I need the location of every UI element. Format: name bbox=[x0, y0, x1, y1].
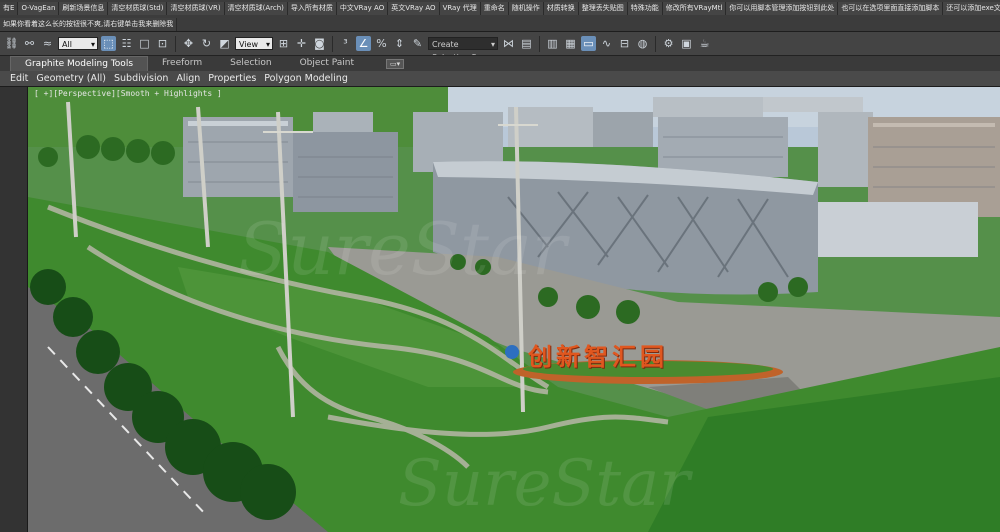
script-button-import-materials[interactable]: 导入所有材质 bbox=[287, 1, 337, 15]
script-button-random-ops[interactable]: 随机操作 bbox=[508, 1, 544, 15]
script-button-rename[interactable]: 重命名 bbox=[480, 1, 509, 15]
script-button-clear-std[interactable]: 清空材质球(Std) bbox=[108, 1, 168, 15]
window-crossing-icon[interactable]: ⊡ bbox=[155, 36, 170, 51]
toolbar-divider bbox=[539, 35, 540, 52]
toolbar-divider bbox=[332, 35, 333, 52]
render-frame-icon[interactable]: ▣ bbox=[679, 36, 694, 51]
mirror-icon[interactable]: ⋈ bbox=[501, 36, 516, 51]
render-setup-icon[interactable]: ⚙ bbox=[661, 36, 676, 51]
script-button-cn-vray-ao[interactable]: 中文VRay AO bbox=[336, 1, 389, 15]
graphite-toggle-icon[interactable]: ▦ bbox=[563, 36, 578, 51]
render-icon[interactable]: ☕ bbox=[697, 36, 712, 51]
park-sign-text: 创新智汇园 bbox=[528, 343, 668, 371]
material-editor-icon[interactable]: ◍ bbox=[635, 36, 650, 51]
main-toolbar: ⛓ ⚯ ≈ All ⬚ ☷ □ ⊡ ✥ ↻ ◩ View ⊞ ✛ ◙ ³ ∠ %… bbox=[0, 32, 1000, 56]
script-toolbar: 有E O-VagEan 刷新场景信息 清空材质球(Std) 清空材质球(VR) … bbox=[0, 0, 1000, 32]
schematic-view-icon[interactable]: ⊟ bbox=[617, 36, 632, 51]
panel-align[interactable]: Align bbox=[172, 73, 204, 84]
selection-filter-dropdown[interactable]: All bbox=[58, 37, 98, 51]
spinner-snap-icon[interactable]: ⇕ bbox=[392, 36, 407, 51]
left-command-strip[interactable] bbox=[0, 87, 28, 532]
curve-editor-icon[interactable]: ∿ bbox=[599, 36, 614, 51]
named-selection-sets-dropdown[interactable]: Create Selection Se bbox=[428, 37, 498, 55]
select-manipulate-icon[interactable]: ✛ bbox=[294, 36, 309, 51]
panel-properties[interactable]: Properties bbox=[204, 73, 260, 84]
panel-geometry[interactable]: Geometry (All) bbox=[32, 73, 110, 84]
panel-edit[interactable]: Edit bbox=[6, 73, 32, 84]
unlink-icon[interactable]: ⚯ bbox=[22, 36, 37, 51]
select-by-name-icon[interactable]: ☷ bbox=[119, 36, 134, 51]
ribbon-options-icon[interactable]: ▭▾ bbox=[386, 58, 405, 69]
script-button-placeholder-1[interactable]: 你可以用脚本管理添加按钮到此处 bbox=[726, 1, 839, 15]
script-button[interactable]: O-VagEan bbox=[18, 1, 60, 15]
panel-polygon-modeling[interactable]: Polygon Modeling bbox=[260, 73, 352, 84]
panel-subdivision[interactable]: Subdivision bbox=[110, 73, 172, 84]
script-toolbar-row-1: 有E O-VagEan 刷新场景信息 清空材质球(Std) 清空材质球(VR) … bbox=[0, 0, 1000, 16]
rect-selection-icon[interactable]: □ bbox=[137, 36, 152, 51]
ribbon-toggle-icon[interactable]: ▭ bbox=[581, 36, 596, 51]
select-and-link-icon[interactable]: ⛓ bbox=[4, 36, 19, 51]
scene-render bbox=[28, 87, 1000, 532]
tab-selection[interactable]: Selection bbox=[216, 56, 285, 71]
select-scale-icon[interactable]: ◩ bbox=[217, 36, 232, 51]
ribbon-panel-bar: Edit Geometry (All) Subdivision Align Pr… bbox=[0, 71, 1000, 87]
select-object-icon[interactable]: ⬚ bbox=[101, 36, 116, 51]
percent-snap-icon[interactable]: % bbox=[374, 36, 389, 51]
snap-icon[interactable]: ³ bbox=[338, 36, 353, 51]
reference-coord-dropdown[interactable]: View bbox=[235, 37, 273, 51]
tab-freeform[interactable]: Freeform bbox=[148, 56, 216, 71]
viewport-label-menu[interactable]: [ +][Perspective][Smooth + Highlights ] bbox=[34, 89, 222, 98]
select-rotate-icon[interactable]: ↻ bbox=[199, 36, 214, 51]
tab-graphite-modeling-tools[interactable]: Graphite Modeling Tools bbox=[10, 56, 149, 71]
tab-object-paint[interactable]: Object Paint bbox=[286, 56, 368, 71]
keyboard-shortcut-toggle-icon[interactable]: ◙ bbox=[312, 36, 327, 51]
script-button-clear-arch[interactable]: 清空材质球(Arch) bbox=[224, 1, 288, 15]
toolbar-divider bbox=[175, 35, 176, 52]
bind-space-warp-icon[interactable]: ≈ bbox=[40, 36, 55, 51]
script-button-modify-vraymtl[interactable]: 修改所有VRayMtl bbox=[662, 1, 727, 15]
angle-snap-icon[interactable]: ∠ bbox=[356, 36, 371, 51]
toolbar-divider bbox=[655, 35, 656, 52]
script-button-en-vray-ao[interactable]: 英文VRay AO bbox=[388, 1, 440, 15]
layer-manager-icon[interactable]: ▥ bbox=[545, 36, 560, 51]
perspective-viewport[interactable]: [ +][Perspective][Smooth + Highlights ] … bbox=[28, 87, 1000, 532]
pivot-icon[interactable]: ⊞ bbox=[276, 36, 291, 51]
script-button-missing-maps[interactable]: 整理丢失贴图 bbox=[578, 1, 628, 15]
script-toolbar-row-2: 如果你看着这么长的按钮很不爽,请右键单击我来删除我 bbox=[0, 16, 1000, 32]
select-move-icon[interactable]: ✥ bbox=[181, 36, 196, 51]
ribbon-tab-bar: Graphite Modeling Tools Freeform Selecti… bbox=[0, 56, 1000, 71]
script-button[interactable]: 有E bbox=[0, 1, 19, 15]
script-button-vray-proxy[interactable]: VRay 代理 bbox=[439, 1, 481, 15]
script-button-special[interactable]: 特殊功能 bbox=[627, 1, 663, 15]
script-button-material-convert[interactable]: 材质转换 bbox=[543, 1, 579, 15]
edit-named-sets-icon[interactable]: ✎ bbox=[410, 36, 425, 51]
script-button-placeholder-2[interactable]: 也可以在选项里面直接添加脚本 bbox=[838, 1, 944, 15]
script-button-refresh-scene-info[interactable]: 刷新场景信息 bbox=[59, 1, 109, 15]
script-button-placeholder-3[interactable]: 还可以添加exe文 bbox=[943, 1, 1000, 15]
script-button-clear-vr[interactable]: 清空材质球(VR) bbox=[167, 1, 225, 15]
align-icon[interactable]: ▤ bbox=[519, 36, 534, 51]
script-button-delete-hint[interactable]: 如果你看着这么长的按钮很不爽,请右键单击我来删除我 bbox=[0, 17, 178, 31]
